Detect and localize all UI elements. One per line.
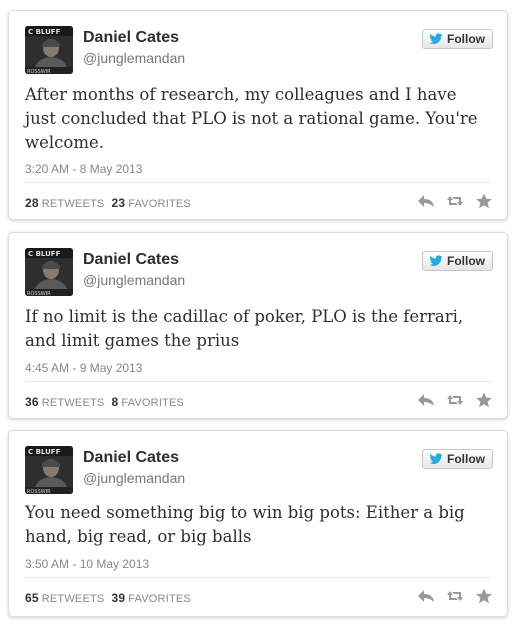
twitter-bird-icon <box>429 453 443 465</box>
tweet-header: C BLUFF ROSSWIR Daniel Cates @junglemand… <box>25 446 493 494</box>
svg-text:C BLUFF: C BLUFF <box>28 250 61 258</box>
favorites-label[interactable]: FAVORITES <box>128 593 191 605</box>
divider <box>25 577 491 578</box>
retweet-count[interactable]: 65 <box>25 591 39 605</box>
favorite-count[interactable]: 23 <box>111 196 125 210</box>
tweet-actions <box>417 588 493 604</box>
svg-text:ROSSWIR: ROSSWIR <box>27 291 51 296</box>
favorite-star-icon[interactable] <box>475 588 493 604</box>
avatar[interactable]: C BLUFF ROSSWIR <box>25 446 73 494</box>
reply-icon[interactable] <box>417 588 435 604</box>
tweet-stats: 65 RETWEETS 39 FAVORITES <box>25 591 191 605</box>
tweet-text: You need something big to win big pots: … <box>25 503 465 546</box>
retweets-label[interactable]: RETWEETS <box>42 397 105 409</box>
tweet-text: If no limit is the cadillac of poker, PL… <box>25 307 464 350</box>
tweet-actions <box>417 392 493 408</box>
favorite-star-icon[interactable] <box>475 392 493 408</box>
divider <box>25 182 491 183</box>
retweets-label[interactable]: RETWEETS <box>42 198 105 210</box>
retweets-label[interactable]: RETWEETS <box>42 593 105 605</box>
avatar[interactable]: C BLUFF ROSSWIR <box>25 26 73 74</box>
tweet-card: C BLUFF ROSSWIR Daniel Cates @junglemand… <box>8 430 508 617</box>
tweet-stats: 36 RETWEETS 8 FAVORITES <box>25 395 184 409</box>
retweet-icon[interactable] <box>446 392 464 408</box>
follow-button[interactable]: Follow <box>422 251 493 271</box>
tweet-card: C BLUFF ROSSWIR Daniel Cates @junglemand… <box>8 10 508 220</box>
svg-text:ROSSWIR: ROSSWIR <box>27 489 51 494</box>
author-handle[interactable]: @junglemandan <box>83 49 185 67</box>
author-handle[interactable]: @junglemandan <box>83 469 185 487</box>
tweet-timestamp[interactable]: 4:45 AM - 9 May 2013 <box>25 361 142 375</box>
twitter-bird-icon <box>429 33 443 45</box>
author-names: Daniel Cates @junglemandan <box>83 250 185 289</box>
follow-button[interactable]: Follow <box>422 29 493 49</box>
tweet-card: C BLUFF ROSSWIR Daniel Cates @junglemand… <box>8 232 508 419</box>
tweet-timestamp[interactable]: 3:50 AM - 10 May 2013 <box>25 557 149 571</box>
svg-text:C BLUFF: C BLUFF <box>28 448 61 456</box>
tweet-text: After months of research, my colleagues … <box>25 85 478 152</box>
follow-button[interactable]: Follow <box>422 449 493 469</box>
author-name[interactable]: Daniel Cates <box>83 448 185 468</box>
tweet-stats: 28 RETWEETS 23 FAVORITES <box>25 196 191 210</box>
svg-text:C BLUFF: C BLUFF <box>28 28 61 36</box>
favorites-label[interactable]: FAVORITES <box>128 198 191 210</box>
author-names: Daniel Cates @junglemandan <box>83 448 185 487</box>
twitter-bird-icon <box>429 255 443 267</box>
favorite-count[interactable]: 39 <box>111 591 125 605</box>
author-name[interactable]: Daniel Cates <box>83 28 185 48</box>
svg-text:ROSSWIR: ROSSWIR <box>27 69 51 74</box>
retweet-count[interactable]: 28 <box>25 196 39 210</box>
retweet-icon[interactable] <box>446 588 464 604</box>
tweet-header: C BLUFF ROSSWIR Daniel Cates @junglemand… <box>25 248 493 296</box>
retweet-count[interactable]: 36 <box>25 395 39 409</box>
avatar[interactable]: C BLUFF ROSSWIR <box>25 248 73 296</box>
tweet-timestamp[interactable]: 3:20 AM - 8 May 2013 <box>25 162 142 176</box>
author-name[interactable]: Daniel Cates <box>83 250 185 270</box>
tweet-header: C BLUFF ROSSWIR Daniel Cates @junglemand… <box>25 26 493 74</box>
favorites-label[interactable]: FAVORITES <box>121 397 184 409</box>
follow-label: Follow <box>447 452 485 466</box>
reply-icon[interactable] <box>417 392 435 408</box>
favorite-count[interactable]: 8 <box>111 395 118 409</box>
follow-label: Follow <box>447 254 485 268</box>
retweet-icon[interactable] <box>446 193 464 209</box>
favorite-star-icon[interactable] <box>475 193 493 209</box>
reply-icon[interactable] <box>417 193 435 209</box>
follow-label: Follow <box>447 32 485 46</box>
divider <box>25 381 491 382</box>
tweet-actions <box>417 193 493 209</box>
author-names: Daniel Cates @junglemandan <box>83 28 185 67</box>
author-handle[interactable]: @junglemandan <box>83 271 185 289</box>
